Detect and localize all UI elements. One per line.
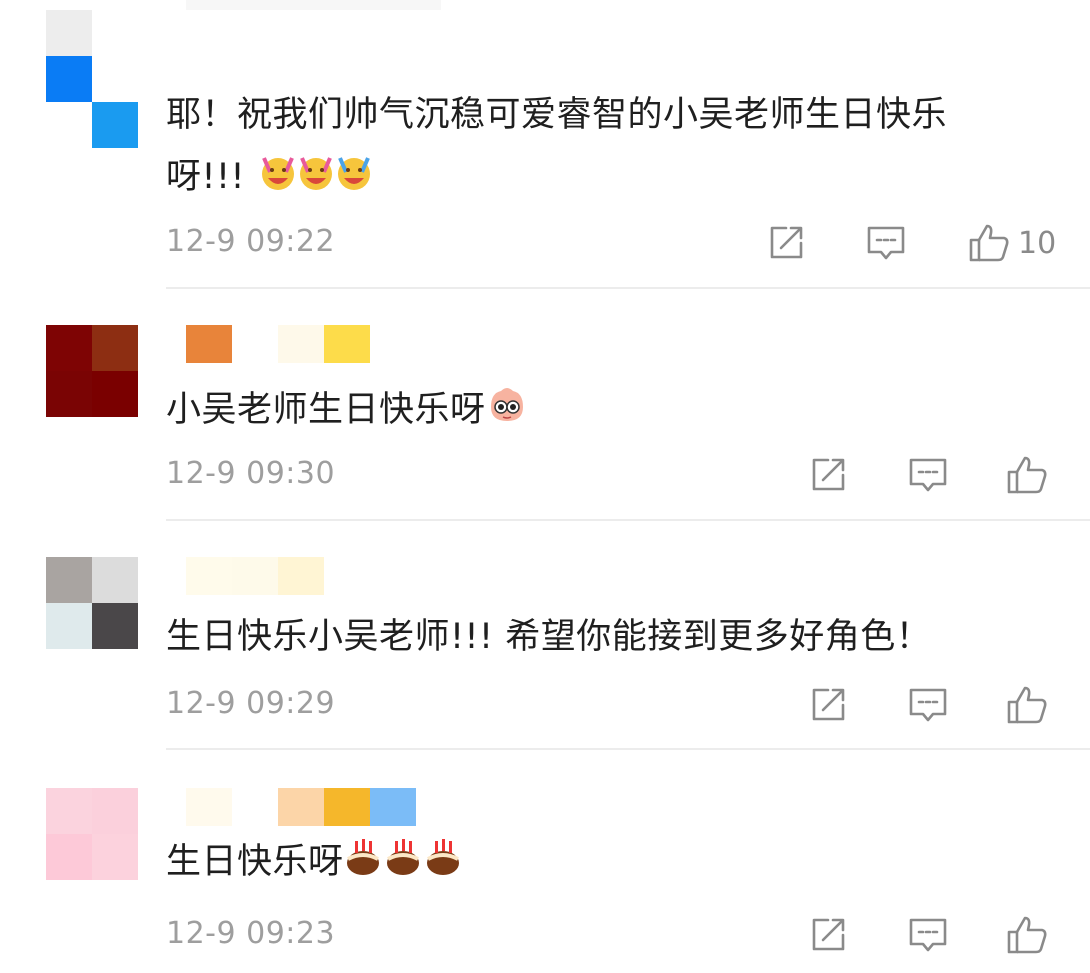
- comment-text-content: 生日快乐小吴老师!!! 希望你能接到更多好角色！: [166, 617, 932, 657]
- comment-text: 生日快乐小吴老师!!! 希望你能接到更多好角色！: [166, 606, 1050, 668]
- like-button[interactable]: [1006, 915, 1048, 955]
- thumbs-up-icon: [1007, 916, 1047, 954]
- share-button[interactable]: [808, 456, 848, 494]
- comment-time: 12-9 09:30: [166, 456, 336, 491]
- comment-text-line: 耶！祝我们帅气沉稳可爱睿智的小吴老师生日快乐: [166, 95, 948, 135]
- share-button[interactable]: [766, 224, 806, 262]
- username[interactable]: [186, 325, 370, 363]
- username[interactable]: [186, 557, 324, 595]
- doge-emoji: [490, 388, 523, 421]
- divider: [166, 748, 1090, 750]
- username[interactable]: [186, 788, 416, 826]
- reply-button[interactable]: [908, 456, 948, 494]
- like-count: 10: [1018, 225, 1057, 261]
- like-button[interactable]: [1006, 685, 1048, 725]
- thumbs-up-icon: [969, 224, 1009, 262]
- comment-text-content: 小吴老师生日快乐呀: [166, 390, 486, 430]
- comment-text-line: 呀!!!: [166, 146, 1050, 208]
- avatar[interactable]: [46, 788, 138, 880]
- share-button[interactable]: [808, 686, 848, 724]
- comment-actions: [808, 683, 1048, 727]
- thumbs-up-icon: [1007, 686, 1047, 724]
- share-icon: [812, 458, 845, 491]
- divider: [166, 519, 1090, 521]
- comment-actions: [808, 913, 1048, 957]
- thumbs-up-icon: [1007, 456, 1047, 494]
- comment-icon: [909, 458, 947, 492]
- reply-button[interactable]: [908, 916, 948, 954]
- comment-actions: [808, 453, 1048, 497]
- comment-text-tail: 呀!!!: [166, 157, 246, 197]
- share-button[interactable]: [808, 916, 848, 954]
- avatar-tile: [92, 102, 138, 148]
- like-button[interactable]: 10: [968, 223, 1056, 263]
- avatar[interactable]: [46, 557, 138, 649]
- comment-text: 耶！祝我们帅气沉稳可爱睿智的小吴老师生日快乐 呀!!!: [166, 84, 1050, 208]
- comment-actions: 10: [766, 221, 1056, 265]
- comment-time: 12-9 09:29: [166, 686, 336, 721]
- like-button[interactable]: [1006, 455, 1048, 495]
- avatar[interactable]: [46, 10, 138, 102]
- comment-text: 小吴老师生日快乐呀: [166, 379, 1050, 441]
- share-icon: [812, 688, 845, 721]
- comment-icon: [867, 226, 905, 260]
- cake-emoji: [346, 839, 459, 875]
- comment-feed: 耶！祝我们帅气沉稳可爱睿智的小吴老师生日快乐 呀!!! 12-9 09:22 1…: [0, 0, 1090, 973]
- comment-time: 12-9 09:23: [166, 916, 336, 951]
- share-icon: [812, 918, 845, 951]
- divider: [166, 287, 1090, 289]
- username[interactable]: [186, 0, 441, 10]
- share-icon: [770, 226, 803, 259]
- comment-icon: [909, 688, 947, 722]
- comment-text-content: 生日快乐呀: [166, 842, 344, 882]
- reply-button[interactable]: [908, 686, 948, 724]
- comment-time: 12-9 09:22: [166, 224, 336, 259]
- cheering-emoji: [261, 157, 370, 190]
- comment-text: 生日快乐呀: [166, 831, 1050, 893]
- reply-button[interactable]: [866, 224, 906, 262]
- comment-icon: [909, 918, 947, 952]
- avatar[interactable]: [46, 325, 138, 417]
